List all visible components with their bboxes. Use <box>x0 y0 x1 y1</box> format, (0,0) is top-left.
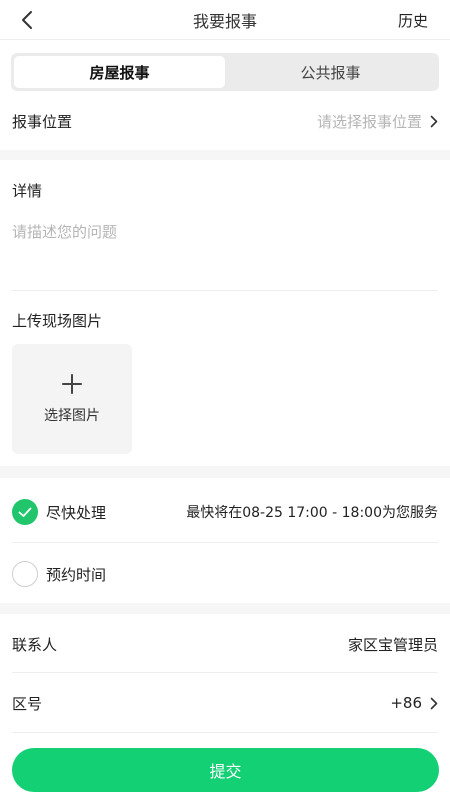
tab-public-report[interactable]: 公共报事 <box>225 56 436 88</box>
divider <box>12 732 438 733</box>
report-type-tabs: 房屋报事 公共报事 <box>11 53 439 91</box>
tab-house-report[interactable]: 房屋报事 <box>14 56 225 88</box>
area-code-row[interactable]: 区号 +86 <box>0 680 450 726</box>
contact-row[interactable]: 联系人 家区宝管理员 <box>0 620 450 668</box>
details-header: 详情 <box>0 170 450 210</box>
chevron-right-icon <box>430 697 438 710</box>
radio-unchecked-icon <box>12 561 38 587</box>
check-icon <box>12 499 38 525</box>
appointment-option[interactable]: 预约时间 <box>0 548 450 600</box>
appointment-label: 预约时间 <box>46 565 107 584</box>
page-title: 我要报事 <box>192 11 257 31</box>
divider <box>12 672 438 673</box>
section-gap <box>0 150 450 160</box>
contact-value: 家区宝管理员 <box>347 635 438 654</box>
location-row[interactable]: 报事位置 请选择报事位置 <box>0 100 450 142</box>
select-image-label: 选择图片 <box>44 408 100 424</box>
divider <box>12 542 438 543</box>
divider <box>12 290 438 291</box>
section-gap <box>0 466 450 478</box>
chevron-left-icon <box>22 11 32 29</box>
submit-button[interactable]: 提交 <box>12 748 439 792</box>
asap-label: 尽快处理 <box>46 503 107 522</box>
location-label: 报事位置 <box>12 112 73 131</box>
plus-icon <box>62 374 82 394</box>
select-image-button[interactable]: 选择图片 <box>12 344 132 454</box>
location-placeholder: 请选择报事位置 <box>316 112 422 131</box>
chevron-right-icon <box>430 115 438 128</box>
upload-header: 上传现场图片 <box>0 300 450 340</box>
section-gap <box>0 603 450 614</box>
nav-bar: 我要报事 历史 <box>0 0 450 40</box>
back-button[interactable] <box>14 7 40 33</box>
area-code-value: +86 <box>390 694 422 712</box>
area-code-label: 区号 <box>12 694 43 713</box>
upload-label: 上传现场图片 <box>12 311 103 330</box>
contact-label: 联系人 <box>12 635 58 654</box>
asap-service-info: 最快将在08-25 17:00 - 18:00为您服务 <box>186 505 438 521</box>
history-button[interactable]: 历史 <box>398 10 428 31</box>
details-label: 详情 <box>12 181 43 200</box>
description-input[interactable]: 请描述您的问题 <box>12 221 117 242</box>
asap-option[interactable]: 尽快处理 最快将在08-25 17:00 - 18:00为您服务 <box>0 486 450 538</box>
